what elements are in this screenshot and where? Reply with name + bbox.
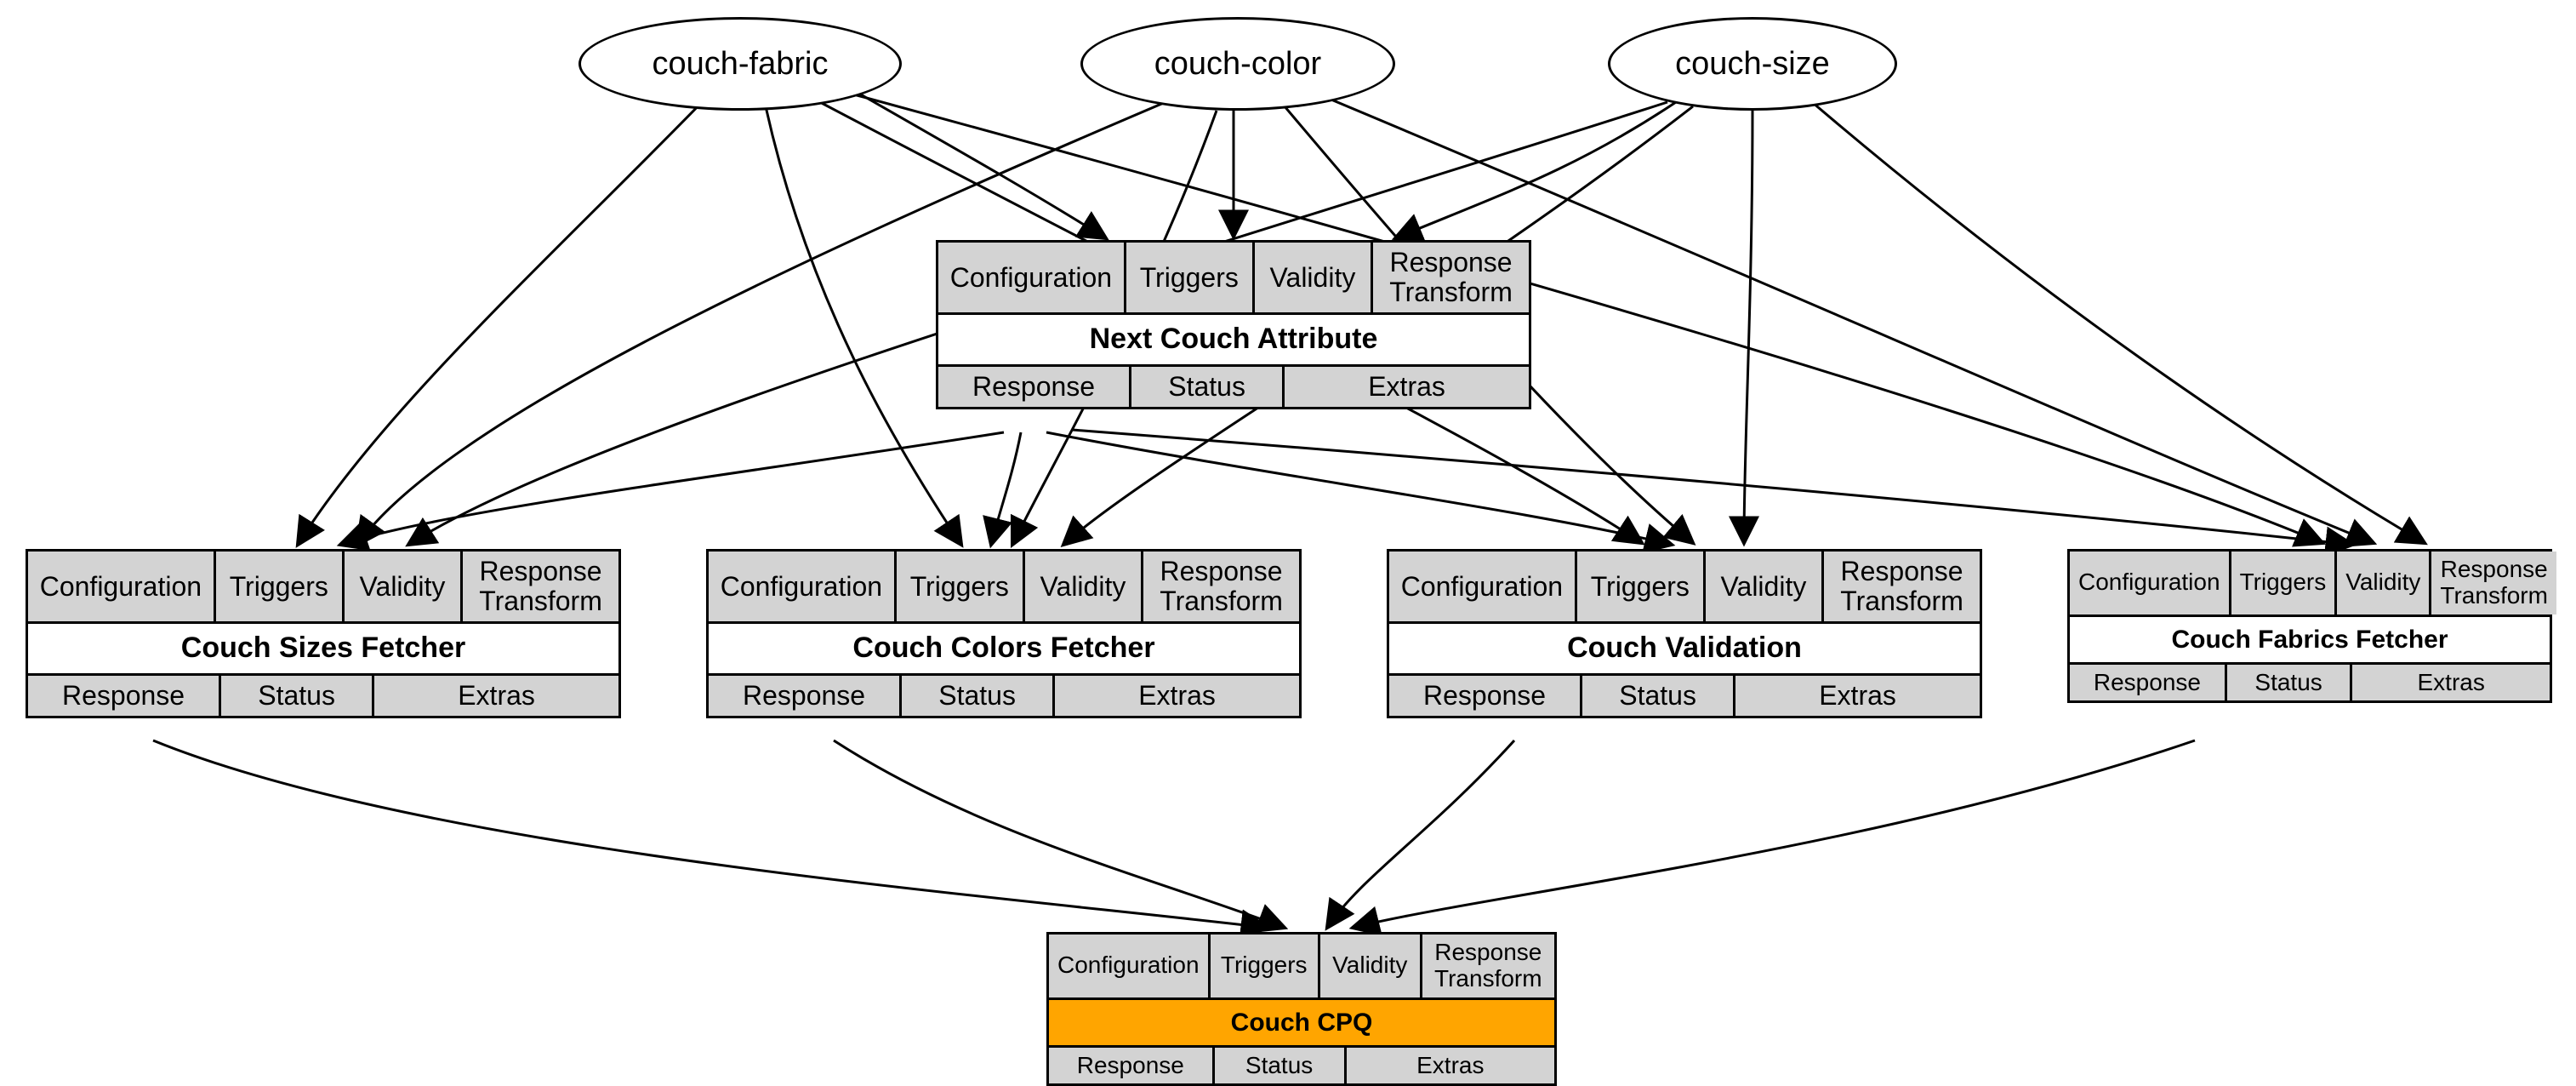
cell-response-transform: Response Transform — [1821, 552, 1980, 621]
edge — [766, 106, 961, 545]
cell-extras: Extras — [1282, 367, 1529, 407]
cell-extras: Extras — [1344, 1048, 1554, 1084]
node-couch-fabric: couch-fabric — [578, 17, 902, 111]
cell-extras: Extras — [1052, 676, 1299, 716]
cell-configuration: Configuration — [709, 552, 894, 621]
edge — [1812, 102, 2425, 543]
node-title: Couch CPQ — [1049, 1000, 1554, 1045]
node-title: Couch Validation — [1389, 624, 1980, 672]
cell-triggers: Triggers — [214, 552, 342, 621]
cell-validity: Validity — [1703, 552, 1821, 621]
edges-layer — [0, 0, 2576, 1057]
cell-validity: Validity — [2334, 552, 2429, 614]
diagram-canvas: couch-fabric couch-color couch-size Conf… — [0, 0, 2576, 1057]
cell-extras: Extras — [2350, 665, 2550, 701]
cell-response: Response — [709, 676, 899, 716]
cell-triggers: Triggers — [1575, 552, 1703, 621]
cell-response-transform: Response Transform — [2429, 552, 2556, 614]
node-couch-fabrics-fetcher: Configuration Triggers Validity Response… — [2067, 549, 2552, 703]
cell-configuration: Configuration — [28, 552, 214, 621]
cell-triggers: Triggers — [894, 552, 1023, 621]
ellipse-label: couch-fabric — [653, 46, 829, 83]
cell-configuration: Configuration — [2070, 552, 2229, 614]
cell-status: Status — [219, 676, 372, 716]
node-title: Next Couch Attribute — [938, 315, 1529, 363]
node-couch-validation: Configuration Triggers Validity Response… — [1387, 549, 1982, 718]
node-couch-color: couch-color — [1080, 17, 1395, 111]
cell-status: Status — [1129, 367, 1282, 407]
node-next-couch-attribute: Configuration Triggers Validity Response… — [936, 240, 1531, 409]
cell-status: Status — [899, 676, 1052, 716]
cell-extras: Extras — [1733, 676, 1980, 716]
cell-configuration: Configuration — [1049, 935, 1208, 997]
edge — [859, 94, 1106, 238]
cell-status: Status — [1212, 1048, 1344, 1084]
cell-extras: Extras — [372, 676, 618, 716]
cell-response-transform: Response Transform — [1141, 552, 1299, 621]
ellipse-label: couch-color — [1154, 46, 1321, 83]
cell-response-transform: Response Transform — [1420, 935, 1554, 997]
cell-response: Response — [1049, 1048, 1212, 1084]
node-couch-size: couch-size — [1608, 17, 1897, 111]
cell-response-transform: Response Transform — [1371, 243, 1529, 312]
edge — [1744, 111, 1752, 543]
cell-validity: Validity — [1252, 243, 1371, 312]
edge — [834, 740, 1285, 928]
cell-validity: Validity — [1318, 935, 1420, 997]
cell-response: Response — [28, 676, 219, 716]
cell-status: Status — [1580, 676, 1733, 716]
cell-response: Response — [2070, 665, 2225, 701]
cell-response: Response — [938, 367, 1129, 407]
cell-validity: Validity — [1023, 552, 1141, 621]
cell-response: Response — [1389, 676, 1580, 716]
cell-triggers: Triggers — [2229, 552, 2335, 614]
edge — [1395, 102, 1676, 238]
cell-configuration: Configuration — [938, 243, 1124, 312]
node-couch-colors-fetcher: Configuration Triggers Validity Response… — [706, 549, 1302, 718]
edge — [340, 432, 1004, 545]
edge — [1072, 430, 2352, 545]
cell-status: Status — [2225, 665, 2351, 701]
cell-triggers: Triggers — [1208, 935, 1318, 997]
edge — [1327, 740, 1514, 928]
edge — [1353, 740, 2195, 928]
cell-triggers: Triggers — [1124, 243, 1252, 312]
node-couch-sizes-fetcher: Configuration Triggers Validity Response… — [26, 549, 621, 718]
ellipse-label: couch-size — [1675, 46, 1830, 83]
cell-configuration: Configuration — [1389, 552, 1575, 621]
node-title: Couch Fabrics Fetcher — [2070, 617, 2550, 662]
node-title: Couch Sizes Fetcher — [28, 624, 618, 672]
cell-validity: Validity — [342, 552, 460, 621]
edge — [991, 432, 1021, 545]
edge — [1046, 432, 1672, 545]
node-couch-cpq: Configuration Triggers Validity Response… — [1046, 932, 1557, 1086]
edge — [298, 98, 706, 545]
node-title: Couch Colors Fetcher — [709, 624, 1299, 672]
cell-response-transform: Response Transform — [460, 552, 618, 621]
edge — [153, 740, 1268, 928]
